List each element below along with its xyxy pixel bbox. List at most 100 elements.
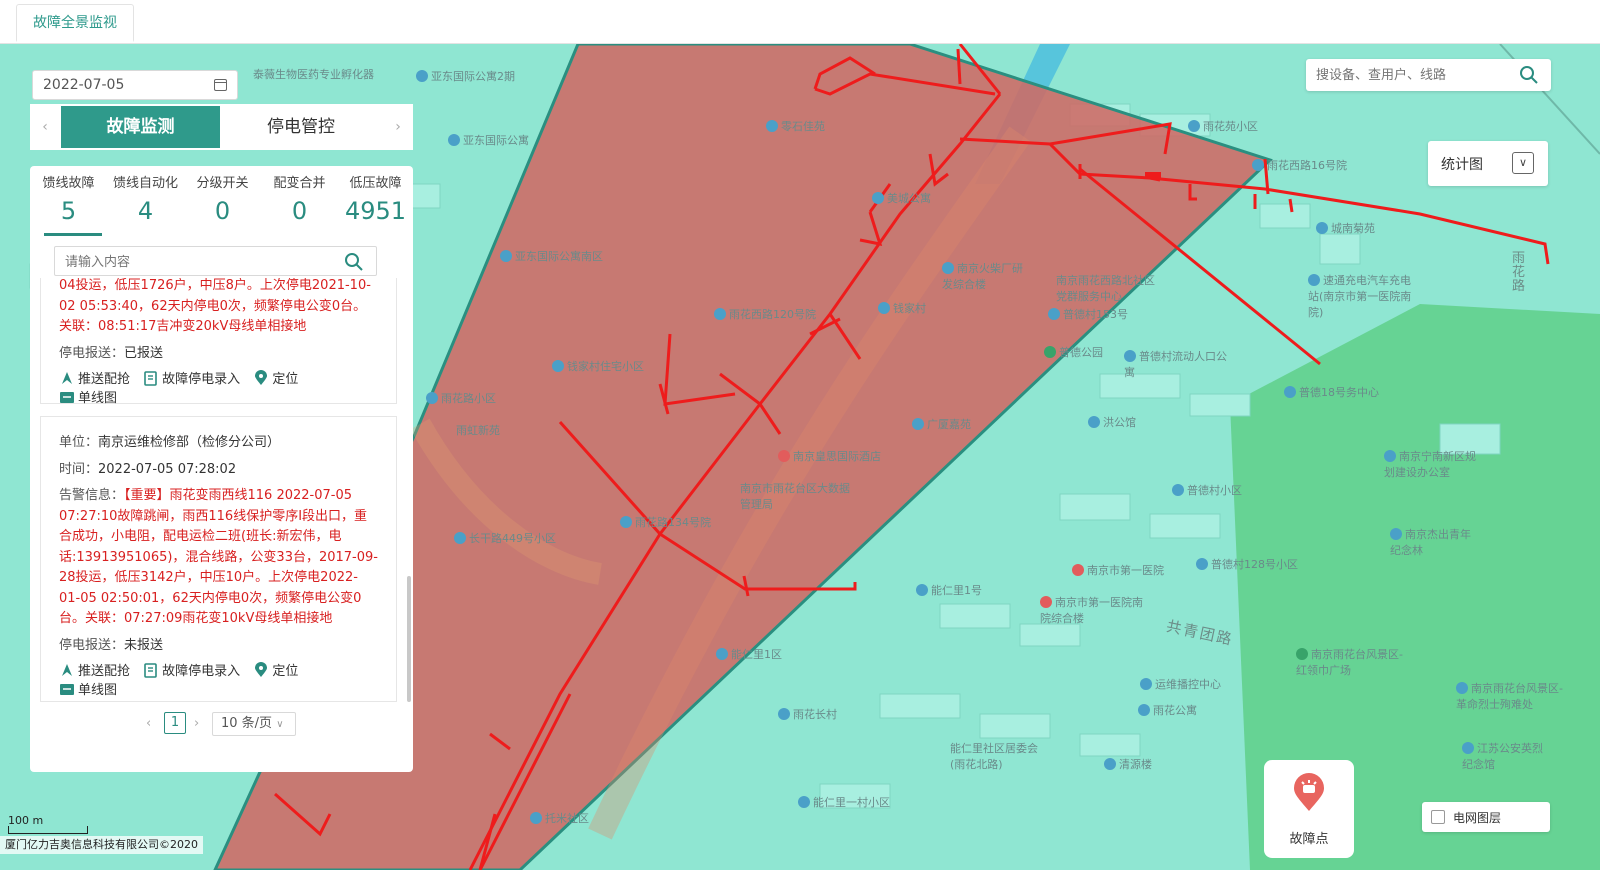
fault-outage-entry-button[interactable]: 故障停电录入 xyxy=(143,660,240,679)
record-entry-icon xyxy=(144,371,157,386)
poi-marker-icon xyxy=(1384,450,1396,462)
fault-point-button[interactable]: 故障点 xyxy=(1264,760,1354,858)
date-picker[interactable]: 2022-07-05 xyxy=(32,70,238,100)
map-poi: 能仁里社区居委会(雨花北路) xyxy=(950,742,1038,771)
tab-outage-control[interactable]: 停电管控 xyxy=(222,106,380,148)
stat-value: 0 xyxy=(214,197,231,225)
chevron-left-icon[interactable]: ‹ xyxy=(30,104,60,150)
page-number[interactable]: 1 xyxy=(164,712,186,734)
stat-value: 4 xyxy=(137,197,154,225)
poi-marker-icon xyxy=(448,134,460,146)
list-search-input[interactable] xyxy=(55,247,335,275)
map-search-box[interactable] xyxy=(1306,59,1551,91)
map-poi: 运维播控中心 xyxy=(1140,676,1221,692)
fault-outage-entry-button[interactable]: 故障停电录入 xyxy=(143,368,240,387)
map-poi: 美城公寓 xyxy=(872,190,931,206)
search-icon[interactable] xyxy=(1519,65,1539,85)
poi-marker-icon xyxy=(426,392,438,404)
fault-monitor-panel: ‹ 故障监测 停电管控 › 馈线故障 5 馈线自动化 4 分级开关 0 配变合并… xyxy=(30,104,413,772)
map-poi: 能仁里一村小区 xyxy=(798,794,890,810)
chevron-right-icon[interactable]: › xyxy=(194,716,199,731)
chevron-down-icon[interactable]: ∨ xyxy=(1512,152,1534,174)
chevron-left-icon[interactable]: ‹ xyxy=(146,716,151,731)
map-poi: 普德18号务中心 xyxy=(1284,384,1379,400)
dispatch-icon xyxy=(62,372,72,384)
poi-marker-icon xyxy=(1088,416,1100,428)
single-line-diagram-button[interactable]: 单线图 xyxy=(59,387,117,406)
list-scrollbar[interactable] xyxy=(407,576,411,702)
map-poi: 雨虹新苑 xyxy=(456,424,500,437)
map-view[interactable]: 泰薇生物医药专业孵化器 亚东国际公寓2期 亚东国际公寓 零石佳苑 雨花苑小区 雨… xyxy=(0,44,1600,870)
poi-marker-icon xyxy=(1196,558,1208,570)
grid-layer-toggle[interactable]: 电网图层 xyxy=(1422,802,1550,832)
tab-fault-monitoring[interactable]: 故障监测 xyxy=(61,106,220,148)
stat-value: 5 xyxy=(60,197,77,225)
locate-button[interactable]: 定位 xyxy=(253,660,298,679)
map-poi: 南京市第一医院南院综合楼 xyxy=(1040,596,1143,625)
map-poi: 雨花苑小区 xyxy=(1188,118,1258,134)
map-poi: 泰薇生物医药专业孵化器 xyxy=(253,68,374,81)
list-search-box[interactable] xyxy=(54,246,377,276)
poi-marker-icon xyxy=(778,708,790,720)
chart-view-label: 统计图 xyxy=(1441,157,1483,173)
map-poi: 南京雨花台风景区-红领巾广场 xyxy=(1296,648,1403,677)
record-entry-icon xyxy=(144,663,157,678)
page-size-select[interactable]: 10 条/页 ∨ xyxy=(212,712,296,736)
search-icon[interactable] xyxy=(344,252,364,272)
hotel-marker-icon xyxy=(778,450,790,462)
single-line-diagram-button[interactable]: 单线图 xyxy=(59,679,117,698)
grid-layer-checkbox[interactable] xyxy=(1431,810,1445,824)
chevron-right-icon[interactable]: › xyxy=(383,104,413,150)
poi-marker-icon xyxy=(1390,528,1402,540)
map-search-input[interactable] xyxy=(1306,59,1506,89)
poi-marker-icon xyxy=(1462,742,1474,754)
stat-feeder-fault[interactable]: 馈线故障 5 xyxy=(31,172,106,225)
poi-marker-icon xyxy=(1172,484,1184,496)
poi-marker-icon xyxy=(1284,386,1296,398)
map-poi: 普德村小区 xyxy=(1172,482,1242,498)
map-poi: 广厦嘉苑 xyxy=(912,416,971,432)
map-poi: 普德村流动人口公寓 xyxy=(1124,350,1227,379)
tab-fault-panorama[interactable]: 故障全景监视 xyxy=(16,4,134,42)
poi-marker-icon xyxy=(942,262,954,274)
calendar-icon[interactable] xyxy=(214,79,227,91)
map-poi: 亚东国际公寓2期 xyxy=(416,68,515,84)
map-poi: 雨花长村 xyxy=(778,706,837,722)
single-line-diagram-icon xyxy=(60,684,74,695)
map-poi: 南京雨花台风景区-革命烈士殉难处 xyxy=(1456,682,1563,711)
stat-transformer-merge[interactable]: 配变合并 0 xyxy=(262,172,337,225)
report-status: 停电报送：未报送 xyxy=(59,637,164,653)
charging-station-icon xyxy=(1308,274,1320,286)
date-value: 2022-07-05 xyxy=(43,77,125,93)
park-marker-icon xyxy=(1044,346,1056,358)
map-poi: 雨花路134号院 xyxy=(620,514,711,530)
poi-marker-icon xyxy=(620,516,632,528)
stat-low-voltage-fault[interactable]: 低压故障 4951 xyxy=(338,172,413,225)
single-line-diagram-icon xyxy=(60,392,74,403)
fault-list: 04投运，低压1726户，中压8户。上次停电2021-10-02 05:53:4… xyxy=(40,278,400,706)
hospital-marker-icon xyxy=(1040,596,1052,608)
time-row: 时间：2022-07-05 07:28:02 xyxy=(59,461,237,477)
map-poi: 能仁里1区 xyxy=(716,646,782,662)
map-poi: 普德村128号小区 xyxy=(1196,556,1298,572)
road-label: 雨花路 xyxy=(1512,251,1526,294)
poi-marker-icon xyxy=(1252,159,1264,171)
stat-feeder-automation[interactable]: 馈线自动化 4 xyxy=(108,172,183,225)
stats-row: 馈线故障 5 馈线自动化 4 分级开关 0 配变合并 0 低压故障 4951 xyxy=(30,166,413,236)
pagination: ‹ 1 › 10 条/页 ∨ xyxy=(30,710,413,740)
locate-button[interactable]: 定位 xyxy=(253,368,298,387)
map-poi: 洪公馆 xyxy=(1088,414,1136,430)
map-poi: 亚东国际公寓 xyxy=(448,132,529,148)
chart-view-selector[interactable]: 统计图 ∨ xyxy=(1428,141,1548,186)
alarm-info: 04投运，低压1726户，中压8户。上次停电2021-10-02 05:53:4… xyxy=(59,278,371,334)
poi-marker-icon xyxy=(1140,678,1152,690)
list-item: 单位：南京运维检修部（检修分公司） 时间：2022-07-05 07:28:02… xyxy=(40,416,397,702)
map-poi: 雨花公寓 xyxy=(1138,702,1197,718)
map-poi: 长干路449号小区 xyxy=(454,530,556,546)
stat-graded-switch[interactable]: 分级开关 0 xyxy=(185,172,260,225)
hospital-marker-icon xyxy=(1072,564,1084,576)
poi-marker-icon xyxy=(530,812,542,824)
push-dispatch-button[interactable]: 推送配抢 xyxy=(59,368,130,387)
stat-label: 馈线自动化 xyxy=(112,176,178,191)
push-dispatch-button[interactable]: 推送配抢 xyxy=(59,660,130,679)
